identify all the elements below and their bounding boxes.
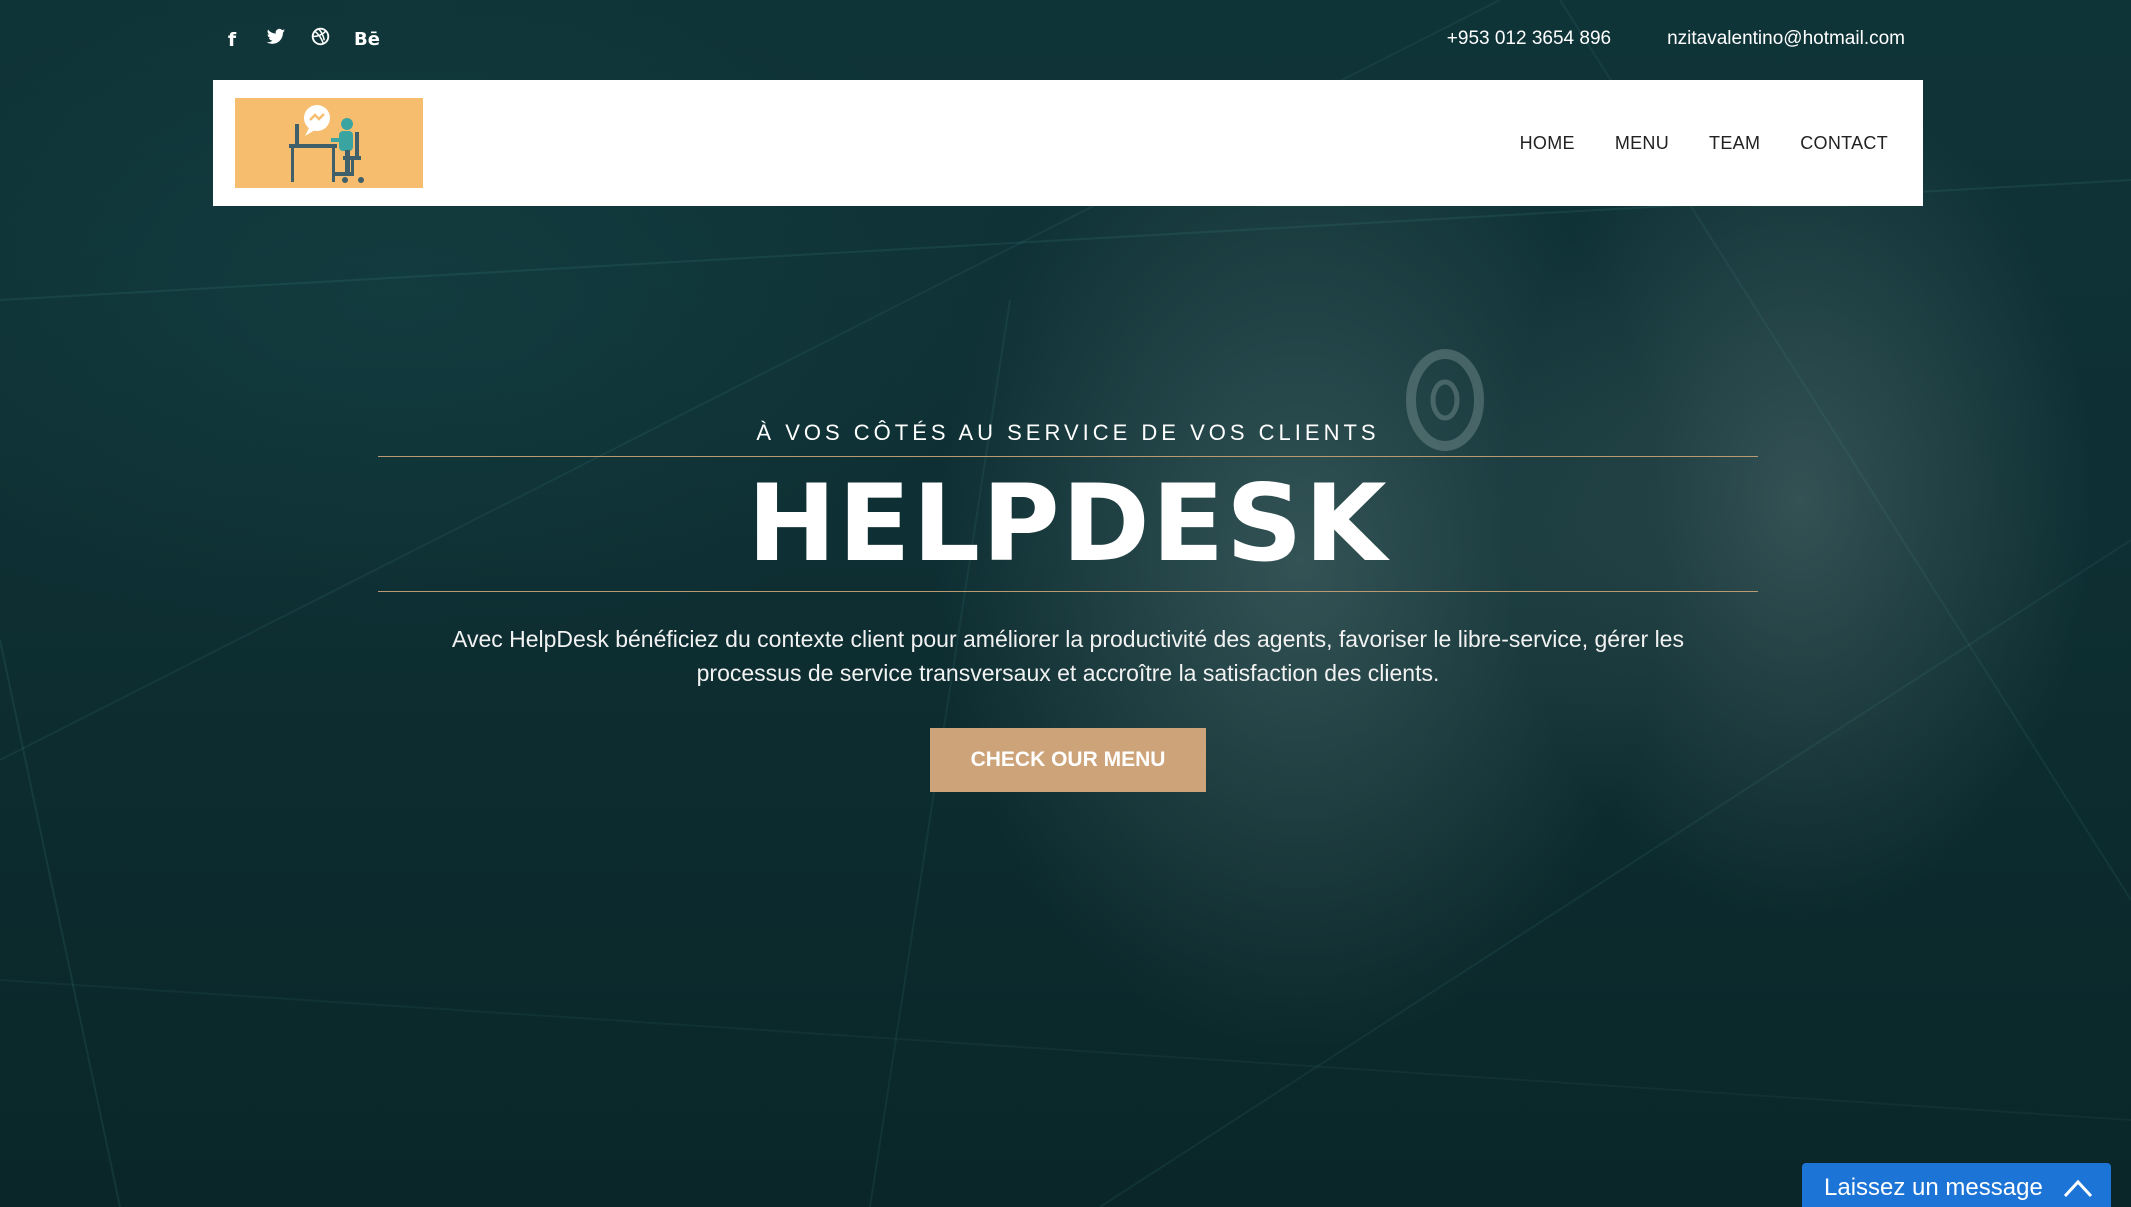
- phone-number[interactable]: +953 012 3654 896: [1447, 28, 1611, 50]
- chat-widget[interactable]: Laissez un message: [1802, 1163, 2111, 1207]
- nav-home[interactable]: HOME: [1520, 133, 1575, 154]
- dribbble-icon[interactable]: [310, 26, 330, 54]
- nav-team[interactable]: TEAM: [1709, 133, 1760, 154]
- check-menu-button[interactable]: CHECK OUR MENU: [930, 728, 1206, 792]
- hero-description: Avec HelpDesk bénéficiez du contexte cli…: [452, 626, 1684, 686]
- top-bar: f Bē +953 012 3654 896 nzitavalentino@ho…: [0, 0, 2131, 80]
- twitter-icon[interactable]: [266, 26, 286, 54]
- hero-section: À VOS CÔTÉS AU SERVICE DE VOS CLIENTS HE…: [378, 400, 1758, 792]
- page: f Bē +953 012 3654 896 nzitavalentino@ho…: [0, 0, 2131, 1207]
- chevron-up-icon[interactable]: [2063, 1177, 2093, 1199]
- contact-info: +953 012 3654 896 nzitavalentino@hotmail…: [1447, 28, 1905, 50]
- behance-icon[interactable]: Bē: [354, 26, 380, 54]
- hero-title: HELPDESK: [747, 462, 1389, 585]
- navbar: HOME MENU TEAM CONTACT: [213, 80, 1923, 206]
- main-nav: HOME MENU TEAM CONTACT: [1520, 80, 1888, 206]
- nav-contact[interactable]: CONTACT: [1800, 133, 1888, 154]
- chat-widget-label: Laissez un message: [1824, 1174, 2043, 1201]
- hero-subtitle: À VOS CÔTÉS AU SERVICE DE VOS CLIENTS: [756, 420, 1380, 445]
- divider-bottom: [378, 591, 1758, 592]
- helpdesk-logo[interactable]: [235, 98, 423, 188]
- nav-menu[interactable]: MENU: [1615, 133, 1669, 154]
- email-address[interactable]: nzitavalentino@hotmail.com: [1667, 28, 1905, 50]
- facebook-icon[interactable]: f: [222, 26, 242, 54]
- social-links: f Bē: [222, 26, 380, 54]
